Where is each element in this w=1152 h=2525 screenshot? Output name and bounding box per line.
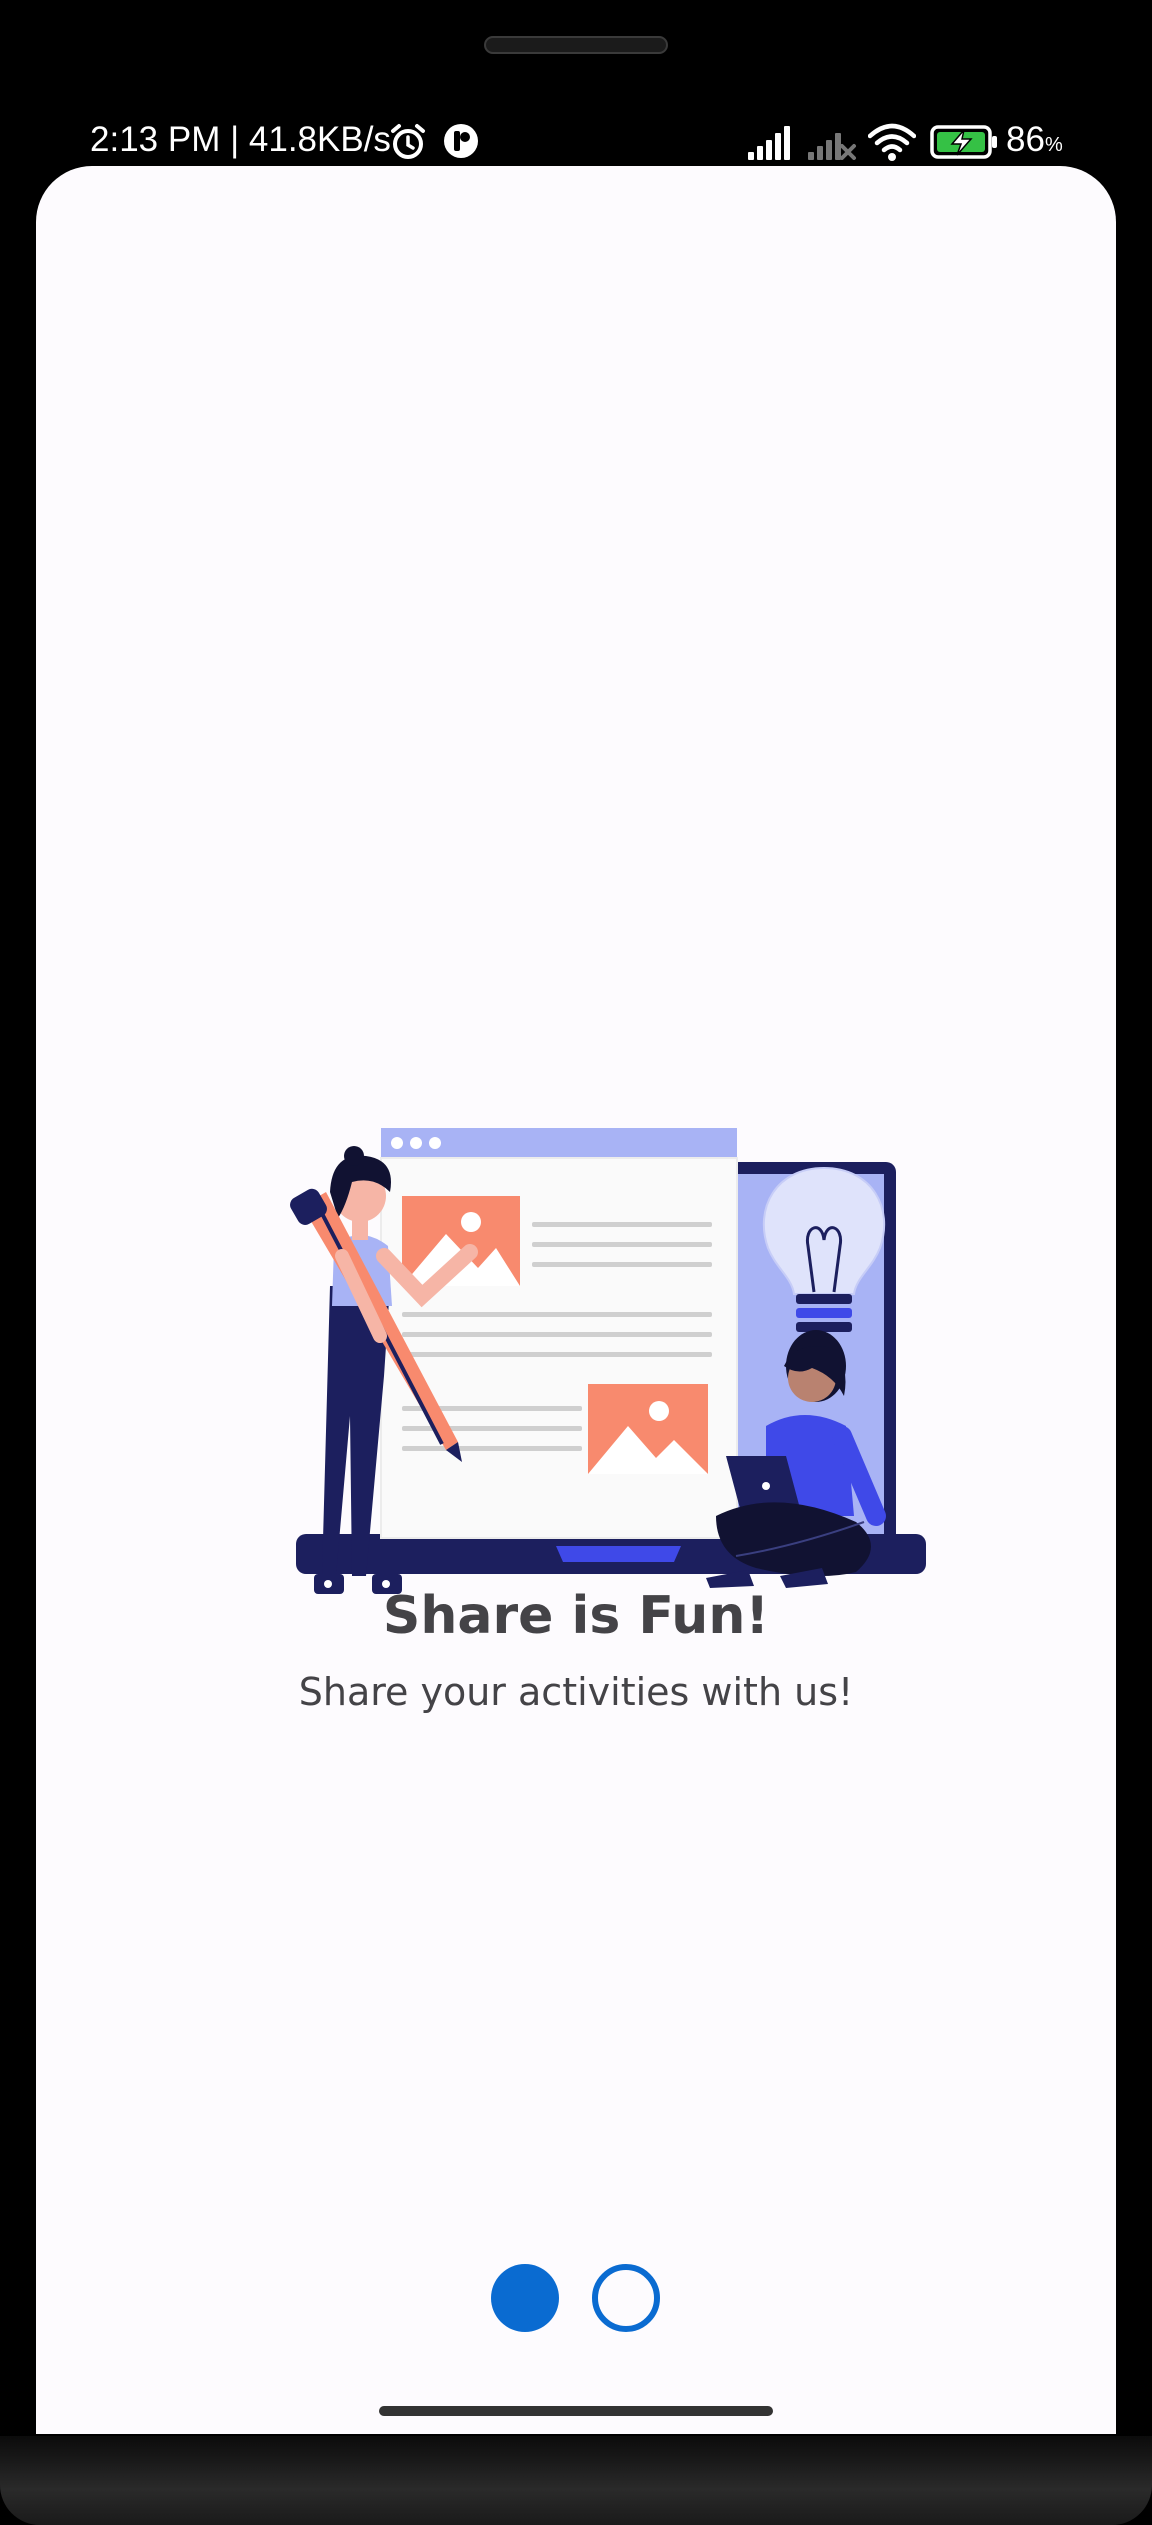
alarm-icon xyxy=(391,124,425,159)
status-time-speed: 2:13 PM | 41.8KB/s xyxy=(90,120,391,159)
onboarding-screen: Share is Fun! Share your activities with… xyxy=(36,166,1116,2434)
battery-percent-unit: % xyxy=(1044,134,1063,156)
wifi-icon xyxy=(868,123,916,161)
onboarding-subtitle: Share your activities with us! xyxy=(298,1670,854,1714)
onboarding-title: Share is Fun! xyxy=(382,1586,770,1646)
status-bar: 2:13 PM | 41.8KB/s 86% xyxy=(0,110,1152,174)
speaker-grille xyxy=(484,36,668,54)
signal-no-service-icon xyxy=(808,133,856,160)
app-notification-icon xyxy=(444,124,478,158)
device-frame: 2:13 PM | 41.8KB/s 86% Share is Fun! Sha… xyxy=(0,0,1152,2525)
page-indicator xyxy=(36,2264,1116,2334)
page-dot-active[interactable] xyxy=(491,2264,559,2332)
signal-icon xyxy=(748,126,790,160)
device-bottom-bezel xyxy=(0,2436,1152,2525)
battery-percent-value: 86 xyxy=(1006,120,1045,159)
battery-percent: 86% xyxy=(1006,120,1063,160)
page-dot-inactive[interactable] xyxy=(592,2264,660,2332)
home-gesture-bar[interactable] xyxy=(379,2406,773,2416)
battery-charging-icon xyxy=(930,125,997,159)
share-illustration xyxy=(290,1128,926,1594)
